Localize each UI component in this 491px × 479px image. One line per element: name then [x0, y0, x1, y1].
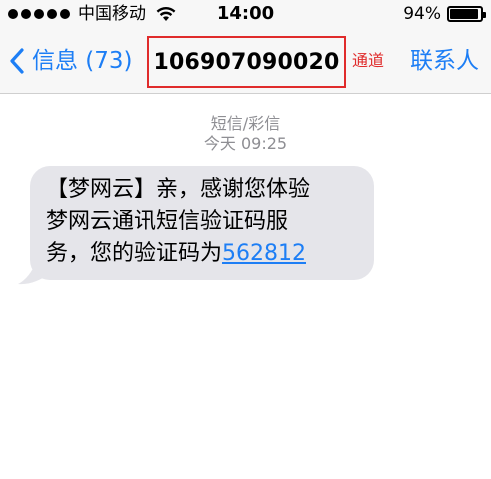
- message-line-3: 务，您的验证码为562812: [46, 238, 360, 270]
- battery-icon: [447, 6, 486, 22]
- message-header: 短信/彩信 今天 09:25: [0, 114, 491, 154]
- received-message-bubble[interactable]: 【梦网云】亲，感谢您体验 梦网云通讯短信验证码服 务，您的验证码为562812: [30, 166, 374, 280]
- battery-indicator: 94%: [403, 3, 486, 25]
- channel-label: 通道: [352, 51, 385, 70]
- message-line-2: 梦网云通讯短信验证码服: [46, 209, 289, 234]
- message-line-1: 【梦网云】亲，感谢您体验: [46, 177, 311, 202]
- back-button[interactable]: 信息 (73): [10, 44, 133, 78]
- status-bar: 中国移动 14:00 94%: [0, 0, 491, 28]
- verification-code-link[interactable]: 562812: [222, 241, 306, 266]
- battery-fill: [450, 9, 478, 19]
- message-text: 【梦网云】亲，感谢您体验 梦网云通讯短信验证码服 务，您的验证码为562812: [46, 174, 360, 270]
- message-type-label: 短信/彩信: [210, 114, 281, 133]
- contact-number-box: 106907090020: [147, 36, 346, 88]
- message-area: 短信/彩信 今天 09:25 【梦网云】亲，感谢您体验 梦网云通讯短信验证码服 …: [0, 94, 491, 479]
- message-timestamp: 今天 09:25: [203, 134, 288, 153]
- chevron-left-icon: [10, 48, 24, 74]
- contact-number: 106907090020: [153, 49, 340, 75]
- battery-percent: 94%: [403, 4, 441, 24]
- message-line-3-text: 务，您的验证码为: [46, 241, 223, 266]
- contacts-button[interactable]: 联系人: [410, 44, 479, 78]
- navigation-bar: 信息 (73) 106907090020 通道 联系人: [0, 28, 491, 94]
- back-label: 信息 (73): [32, 48, 133, 74]
